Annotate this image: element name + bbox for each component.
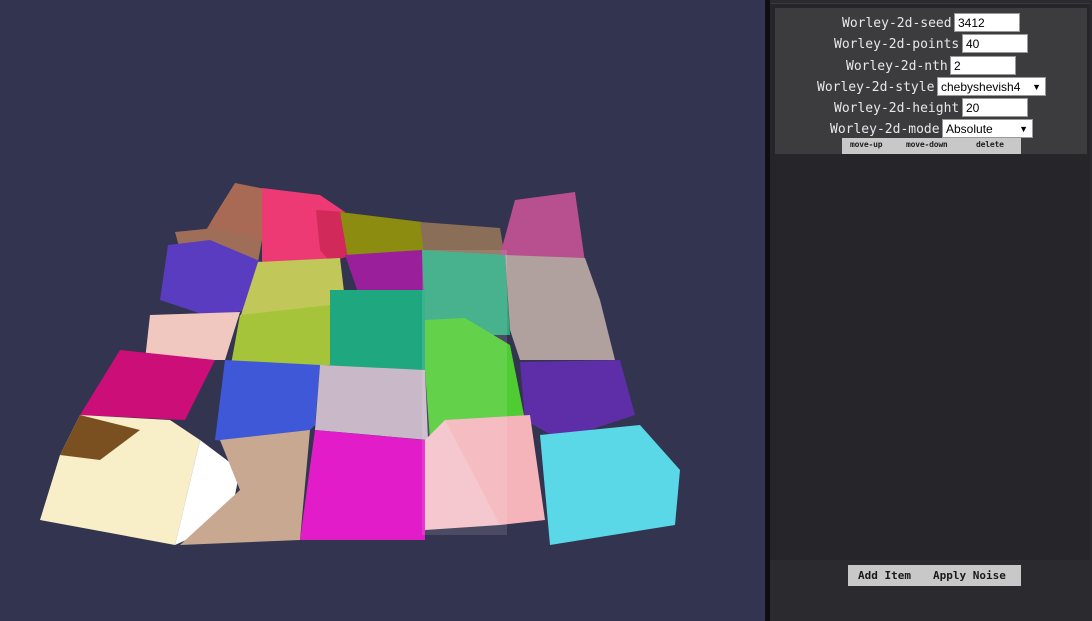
height-label: Worley-2d-height (834, 101, 960, 116)
points-row: Worley-2d-points (775, 34, 1087, 55)
noise-item-worley-2d: Worley-2d-seed Worley-2d-points Worley-2… (775, 8, 1087, 154)
move-down-button[interactable]: move-down (906, 140, 948, 149)
chevron-down-icon: ▼ (1032, 81, 1041, 92)
nth-input[interactable] (950, 56, 1016, 75)
nth-row: Worley-2d-nth (775, 56, 1087, 77)
style-label: Worley-2d-style (817, 80, 935, 95)
delete-button[interactable]: delete (976, 140, 1004, 149)
style-select[interactable]: chebyshevish4 ▼ (937, 77, 1046, 96)
mode-select-value: Absolute (946, 121, 993, 136)
terrain-cell (315, 365, 428, 440)
mode-label: Worley-2d-mode (830, 122, 940, 137)
chevron-down-icon: ▼ (1019, 123, 1028, 134)
seed-input[interactable] (954, 13, 1020, 32)
add-item-button[interactable]: Add Item (858, 569, 911, 582)
mode-select[interactable]: Absolute ▼ (942, 119, 1033, 138)
points-input[interactable] (962, 34, 1028, 53)
3d-viewport[interactable] (0, 0, 765, 621)
nth-label: Worley-2d-nth (846, 59, 948, 74)
height-input[interactable] (962, 98, 1028, 117)
points-label: Worley-2d-points (834, 37, 960, 52)
terrain-cell (505, 255, 615, 360)
seed-label: Worley-2d-seed (842, 16, 952, 31)
height-row: Worley-2d-height (775, 98, 1087, 119)
seed-row: Worley-2d-seed (775, 13, 1087, 34)
move-up-button[interactable]: move-up (850, 140, 883, 149)
terrain-cell (540, 425, 680, 545)
terrain-cell (330, 290, 425, 370)
terrain-cell (230, 305, 335, 370)
terrain-cell (145, 312, 240, 360)
item-button-bar: move-up move-down delete (842, 138, 1021, 154)
terrain-cell (80, 350, 215, 420)
style-select-value: chebyshevish4 (941, 79, 1021, 94)
terrain-cell (300, 430, 425, 540)
highlight-band (422, 250, 507, 535)
terrain-cell (500, 192, 585, 262)
noise-panel: Worley-2d-seed Worley-2d-points Worley-2… (770, 0, 1092, 621)
bottom-button-bar: Add Item Apply Noise (848, 565, 1021, 586)
noise-item-list: Worley-2d-seed Worley-2d-points Worley-2… (770, 3, 1090, 560)
mode-row: Worley-2d-mode Absolute ▼ (775, 119, 1087, 140)
style-row: Worley-2d-style chebyshevish4 ▼ (775, 77, 1087, 98)
terrain-mesh (40, 183, 680, 545)
apply-noise-button[interactable]: Apply Noise (933, 569, 1006, 582)
